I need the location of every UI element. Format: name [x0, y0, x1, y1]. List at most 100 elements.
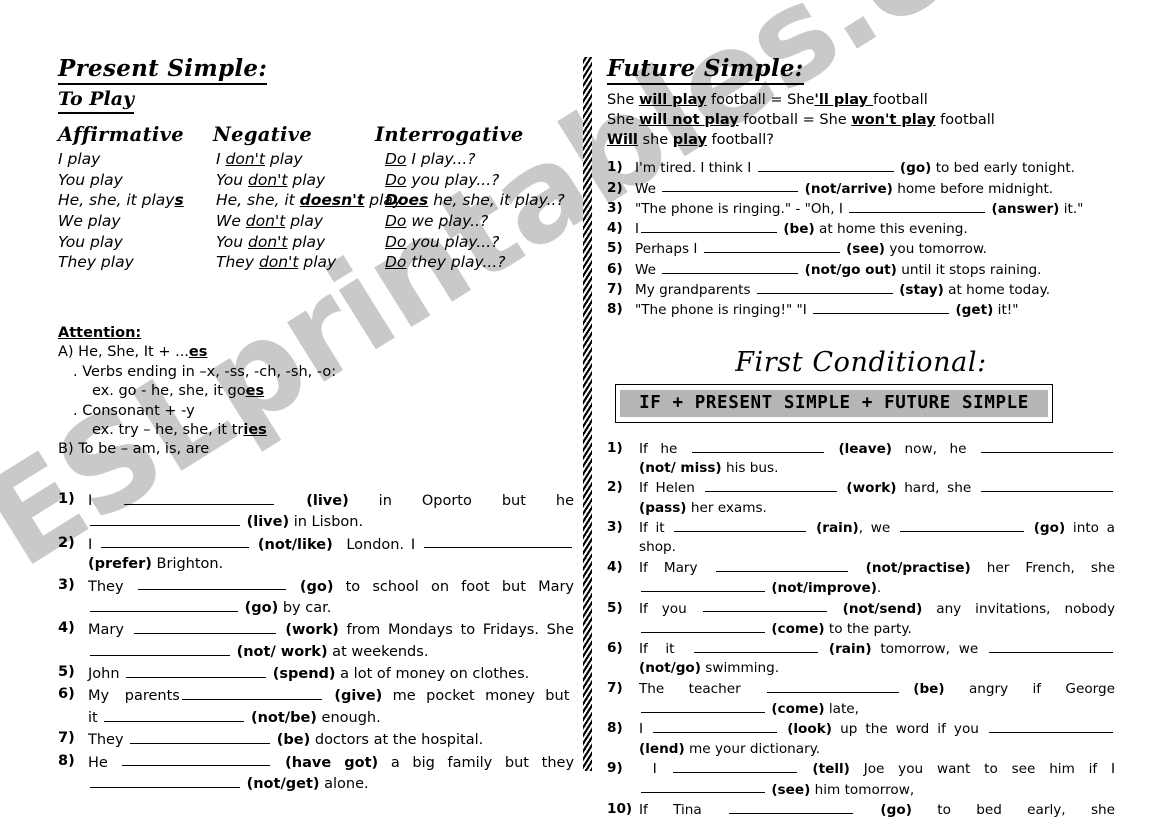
answer-blank[interactable] [126, 663, 267, 678]
conj-cell: Do we play..? [385, 212, 489, 231]
conjugation-table: Affirmative Negative Interrogative I pla… [58, 121, 574, 351]
answer-blank[interactable] [653, 719, 778, 734]
exercise-item[interactable]: 3) They (go) to school on foot but Mary (… [58, 576, 574, 619]
conj-cell: He, she, it doesn't play [216, 191, 403, 210]
exercise-item[interactable]: 6) If it (rain) tomorrow, we (not/go) swi… [607, 639, 1115, 679]
conj-cell: We play [58, 212, 121, 231]
exercise-item[interactable]: 2) We (not/arrive) home before midnight. [607, 179, 1115, 199]
exercise-item[interactable]: 1) I (live) in Oporto but he (live) in Li… [58, 490, 574, 533]
answer-blank[interactable] [124, 490, 275, 505]
exercise-item[interactable]: 5) Perhaps I (see) you tomorrow. [607, 239, 1115, 259]
answer-blank[interactable] [981, 439, 1113, 453]
first-conditional-title: First Conditional: [735, 346, 987, 378]
conj-cell: Do they play...? [385, 253, 506, 272]
answer-blank[interactable] [424, 534, 572, 549]
exercise-item[interactable]: 7) The teacher (be) angry if George (come… [607, 679, 1115, 720]
exercise-item[interactable]: 8) "The phone is ringing!" "I (get) it!" [607, 300, 1115, 320]
answer-blank[interactable] [137, 576, 286, 591]
answer-blank[interactable] [981, 478, 1113, 493]
answer-blank[interactable] [90, 511, 240, 527]
worksheet-page: ESLprintables.com Present Simple: To Pla… [0, 0, 1169, 821]
exercise-number: 1) [607, 439, 623, 456]
exercise-number: 10) [607, 800, 633, 817]
exercise-item[interactable]: 2) If Helen (work) hard, she (pass) her e… [607, 478, 1115, 518]
answer-blank[interactable] [641, 699, 765, 714]
answer-blank[interactable] [715, 558, 848, 572]
conj-cell: You don't play [216, 232, 326, 251]
exercise-number: 2) [607, 479, 623, 496]
conj-cell: Does he, she, it play..? [385, 191, 565, 210]
answer-blank[interactable] [702, 599, 827, 613]
affirmative-forms: I play You play He, she, it plays We pla… [58, 149, 184, 273]
answer-blank[interactable] [989, 639, 1114, 654]
exercise-number: 8) [607, 301, 623, 318]
conj-cell: They don't play [216, 253, 337, 272]
exercise-item[interactable]: 4) I (be) at home this evening. [607, 219, 1115, 239]
future-simple-title: Future Simple: [607, 55, 804, 86]
exercise-item[interactable]: 2) I (not/like) London. I (prefer) Bright… [58, 534, 574, 575]
answer-blank[interactable] [90, 641, 230, 656]
exercise-number: 1) [607, 159, 623, 176]
answer-blank[interactable] [104, 707, 245, 722]
exercise-item[interactable]: 7) They (be) doctors at the hospital. [58, 729, 574, 750]
answer-blank[interactable] [757, 158, 894, 173]
attention-example-a2: ex. try – he, she, it tries [92, 422, 267, 439]
exercise-item[interactable]: 1) I'm tired. I think I (go) to bed early… [607, 158, 1115, 178]
answer-blank[interactable] [130, 729, 271, 744]
answer-blank[interactable] [674, 518, 807, 533]
exercise-item[interactable]: 5) John (spend) a lot of money on clothes… [58, 663, 574, 684]
answer-blank[interactable] [662, 179, 799, 193]
answer-blank[interactable] [899, 518, 1024, 533]
answer-blank[interactable] [641, 780, 765, 794]
answer-blank[interactable] [662, 260, 799, 274]
future-rule-interrogative: Will she play football? [607, 131, 774, 148]
answer-blank[interactable] [756, 280, 893, 294]
first-conditional-exercises: 1) If he (leave) now, he (not/ miss) his … [607, 439, 1115, 821]
answer-blank[interactable] [813, 300, 950, 315]
answer-blank[interactable] [703, 239, 840, 254]
exercise-number: 4) [58, 620, 75, 637]
answer-blank[interactable] [767, 679, 900, 693]
to-play-subtitle: To Play [58, 89, 135, 115]
answer-blank[interactable] [641, 619, 765, 633]
exercise-number: 6) [607, 260, 623, 277]
conj-cell: You play [58, 170, 123, 189]
conj-cell: I don't play [216, 150, 303, 169]
exercise-number: 5) [607, 599, 623, 616]
answer-blank[interactable] [90, 773, 240, 788]
answer-blank[interactable] [672, 759, 797, 774]
answer-blank[interactable] [90, 597, 238, 612]
answer-blank[interactable] [729, 800, 854, 814]
answer-blank[interactable] [122, 752, 271, 767]
exercise-number: 5) [58, 664, 75, 681]
exercise-item[interactable]: 7) My grandparents (stay) at home today. [607, 280, 1115, 300]
exercise-number: 3) [607, 199, 623, 216]
future-simple-exercises: 1) I'm tired. I think I (go) to bed early… [607, 158, 1115, 321]
exercise-item[interactable]: 4) Mary (work) from Mondays to Fridays. S… [58, 619, 574, 662]
answer-blank[interactable] [641, 219, 778, 234]
conj-cell: You play [58, 232, 123, 251]
exercise-item[interactable]: 8) I (look) up the word if you (lend) me … [607, 719, 1115, 759]
answer-blank[interactable] [704, 478, 837, 493]
exercise-number: 4) [607, 558, 623, 575]
answer-blank[interactable] [691, 439, 824, 453]
answer-blank[interactable] [641, 578, 765, 593]
answer-blank[interactable] [694, 639, 819, 654]
exercise-item[interactable]: 1) If he (leave) now, he (not/ miss) his … [607, 439, 1115, 479]
exercise-item[interactable]: 6) We (not/go out) until it stops raining… [607, 260, 1115, 280]
answer-blank[interactable] [849, 199, 986, 213]
answer-blank[interactable] [181, 685, 322, 701]
exercise-item[interactable]: 8) He (have got) a big family but they (n… [58, 752, 574, 795]
exercise-item[interactable]: 5) If you (not/send) any invitations, nob… [607, 599, 1115, 640]
present-simple-title: Present Simple: [58, 55, 268, 86]
formula-box: IF + PRESENT SIMPLE + FUTURE SIMPLE [615, 383, 1053, 423]
answer-blank[interactable] [989, 719, 1113, 734]
answer-blank[interactable] [133, 619, 276, 635]
exercise-item[interactable]: 3) "The phone is ringing." - "Oh, I (answ… [607, 199, 1115, 219]
exercise-item[interactable]: 4) If Mary (not/practise) her French, she… [607, 558, 1115, 599]
answer-blank[interactable] [101, 534, 250, 549]
exercise-item[interactable]: 9) I (tell) Joe you want to see him if I… [607, 759, 1115, 800]
exercise-item[interactable]: 3) If it (rain), we (go) into a shop. [607, 518, 1115, 558]
exercise-item[interactable]: 10)If Tina (go) to bed early, she (not/f… [607, 800, 1115, 821]
exercise-item[interactable]: 6) My parents (give) me pocket money but … [58, 685, 574, 728]
